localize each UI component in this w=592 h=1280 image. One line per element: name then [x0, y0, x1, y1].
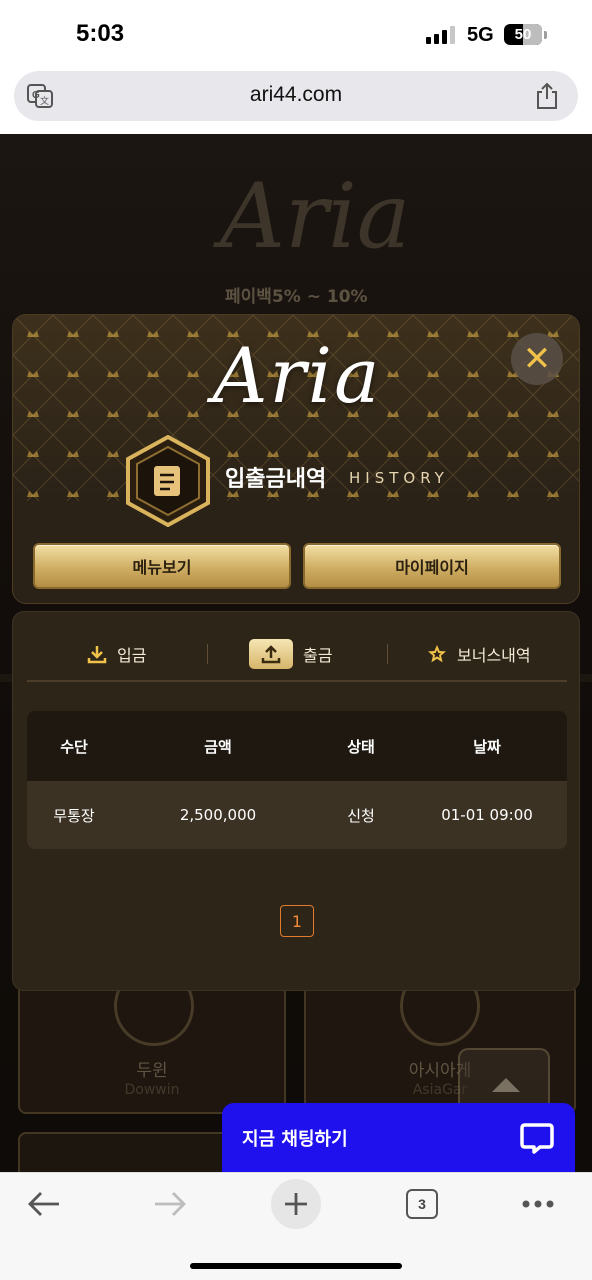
column-header: 상태: [347, 737, 375, 756]
url-text[interactable]: ari44.com: [14, 83, 578, 107]
history-tabs: 입금 출금 보너스내역: [27, 632, 567, 682]
tab-deposit[interactable]: 입금: [87, 632, 146, 676]
tabs-button[interactable]: 3: [404, 1181, 440, 1227]
chat-label: 지금 채팅하기: [242, 1129, 348, 1150]
battery-level: 50: [514, 26, 532, 43]
history-table: 수단 금액 상태 날짜 무통장 2,500,000 신청 01-01 09:00: [27, 711, 567, 849]
browser-toolbar: 3: [0, 1172, 592, 1280]
new-tab-button[interactable]: [271, 1179, 321, 1229]
chat-bubble-icon: [520, 1123, 554, 1154]
arrow-left-icon: [28, 1192, 59, 1216]
game-card-dowwin[interactable]: 두윈 Dowwin: [18, 966, 286, 1114]
upload-icon: [249, 639, 293, 669]
table-cell: 01-01 09:00: [441, 806, 533, 824]
game-card-subtitle: Dowwin: [124, 1082, 180, 1098]
table-cell: 신청: [347, 806, 375, 825]
battery-icon: 50: [504, 24, 542, 45]
brand-logo: Aria: [212, 331, 382, 420]
tab-withdraw[interactable]: 출금: [249, 632, 332, 676]
menu-button[interactable]: 메뉴보기: [33, 543, 291, 589]
game-card-title: 두윈: [136, 1061, 168, 1081]
more-button[interactable]: [518, 1181, 558, 1227]
table-row: 무통장 2,500,000 신청 01-01 09:00: [27, 781, 567, 849]
tab-count: 3: [406, 1189, 438, 1219]
status-time: 5:03: [76, 20, 125, 47]
forward-button[interactable]: [150, 1181, 190, 1227]
share-icon[interactable]: [534, 82, 560, 110]
arrow-right-icon: [155, 1192, 186, 1216]
network-label: 5G: [467, 24, 494, 46]
close-icon: ✕: [522, 339, 552, 379]
back-button[interactable]: [24, 1181, 64, 1227]
chat-button[interactable]: 지금 채팅하기: [222, 1103, 575, 1172]
background-promo: 페이백5% ~ 10%: [225, 287, 368, 307]
address-bar[interactable]: G 文 ari44.com: [14, 71, 578, 121]
plus-icon: [285, 1193, 307, 1215]
table-cell: 2,500,000: [179, 806, 257, 824]
tab-bonus-history[interactable]: 보너스내역: [427, 632, 531, 676]
download-icon: [87, 646, 107, 664]
history-badge-icon: [126, 435, 210, 527]
history-modal-body: 입금 출금 보너스내역 수단 금액 상태 날짜 무통장 2,500,000 신청…: [12, 611, 580, 991]
home-indicator: [190, 1263, 402, 1269]
modal-title: 입출금내역: [225, 467, 327, 492]
signal-icon: [426, 26, 455, 44]
tab-label: 보너스내역: [457, 646, 531, 665]
history-modal-header: Aria ✕ 입출금내역 HISTORY 메뉴보기 마이페이지: [12, 314, 580, 604]
column-header: 금액: [204, 737, 232, 756]
more-icon: [522, 1200, 554, 1208]
close-button[interactable]: ✕: [511, 333, 563, 385]
table-header: 수단 금액 상태 날짜: [27, 711, 567, 781]
tab-label: 출금: [303, 646, 333, 665]
pagination-page[interactable]: 1: [280, 905, 314, 937]
table-cell: 무통장: [53, 806, 95, 825]
tab-label: 입금: [117, 646, 147, 665]
column-header: 수단: [60, 737, 88, 756]
mypage-button[interactable]: 마이페이지: [303, 543, 561, 589]
star-icon: [428, 645, 446, 663]
status-bar: 5:03 5G 50: [0, 0, 592, 66]
background-logo: Aria: [220, 164, 411, 269]
modal-subtitle: HISTORY: [349, 469, 449, 487]
column-header: 날짜: [473, 737, 501, 756]
